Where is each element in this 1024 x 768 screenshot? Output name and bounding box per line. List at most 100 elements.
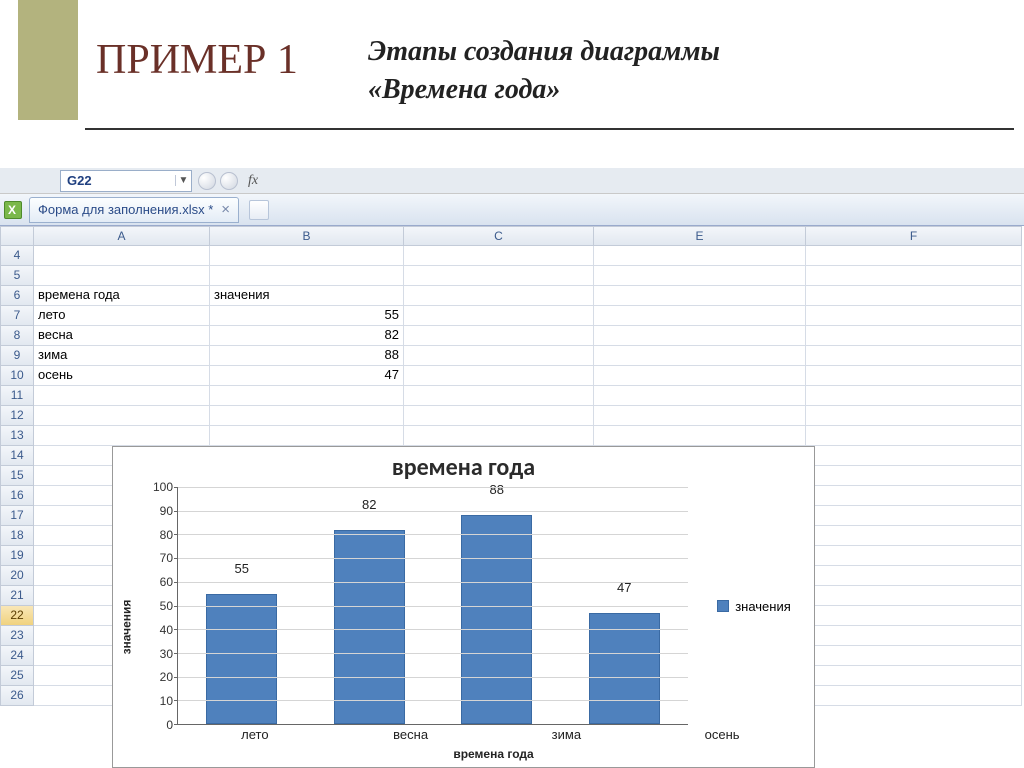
cell-F24[interactable] [806, 646, 1022, 666]
row-header-22[interactable]: 22 [0, 606, 34, 626]
row-header-26[interactable]: 26 [0, 686, 34, 706]
cell-F21[interactable] [806, 586, 1022, 606]
cell-A9[interactable]: зима [34, 346, 210, 366]
col-header-A[interactable]: A [34, 226, 210, 246]
fx-icon[interactable]: fx [248, 173, 258, 189]
chart[interactable]: времена года значения 010203040506070809… [112, 446, 815, 768]
cell-A12[interactable] [34, 406, 210, 426]
cell-F25[interactable] [806, 666, 1022, 686]
cell-B13[interactable] [210, 426, 404, 446]
row-header-9[interactable]: 9 [0, 346, 34, 366]
row-header-23[interactable]: 23 [0, 626, 34, 646]
cell-E9[interactable] [594, 346, 806, 366]
cell-A10[interactable]: осень [34, 366, 210, 386]
row-header-10[interactable]: 10 [0, 366, 34, 386]
cell-F4[interactable] [806, 246, 1022, 266]
cell-F17[interactable] [806, 506, 1022, 526]
row-header-11[interactable]: 11 [0, 386, 34, 406]
cell-C6[interactable] [404, 286, 594, 306]
cell-B5[interactable] [210, 266, 404, 286]
name-box-dropdown-icon[interactable]: ▼ [175, 175, 191, 186]
cell-E11[interactable] [594, 386, 806, 406]
cell-A6[interactable]: времена года [34, 286, 210, 306]
select-all-corner[interactable] [0, 226, 34, 246]
cell-F6[interactable] [806, 286, 1022, 306]
enter-formula-icon[interactable] [220, 172, 238, 190]
cell-E7[interactable] [594, 306, 806, 326]
row-header-7[interactable]: 7 [0, 306, 34, 326]
name-box[interactable]: G22 ▼ [60, 170, 192, 192]
cell-F7[interactable] [806, 306, 1022, 326]
cell-F11[interactable] [806, 386, 1022, 406]
col-header-C[interactable]: C [404, 226, 594, 246]
cell-A7[interactable]: лето [34, 306, 210, 326]
cell-F14[interactable] [806, 446, 1022, 466]
cell-C4[interactable] [404, 246, 594, 266]
col-header-B[interactable]: B [210, 226, 404, 246]
new-tab-icon[interactable] [249, 200, 269, 220]
cell-C13[interactable] [404, 426, 594, 446]
row-header-24[interactable]: 24 [0, 646, 34, 666]
cell-E13[interactable] [594, 426, 806, 446]
workbook-tab[interactable]: Форма для заполнения.xlsx * × [29, 197, 239, 223]
row-header-15[interactable]: 15 [0, 466, 34, 486]
cell-A4[interactable] [34, 246, 210, 266]
cell-F20[interactable] [806, 566, 1022, 586]
cell-C9[interactable] [404, 346, 594, 366]
cell-C12[interactable] [404, 406, 594, 426]
cell-C5[interactable] [404, 266, 594, 286]
cell-B7[interactable]: 55 [210, 306, 404, 326]
row-header-19[interactable]: 19 [0, 546, 34, 566]
row-header-20[interactable]: 20 [0, 566, 34, 586]
cell-F13[interactable] [806, 426, 1022, 446]
cell-F16[interactable] [806, 486, 1022, 506]
cell-B10[interactable]: 47 [210, 366, 404, 386]
row-header-8[interactable]: 8 [0, 326, 34, 346]
row-header-13[interactable]: 13 [0, 426, 34, 446]
cell-C7[interactable] [404, 306, 594, 326]
row-header-6[interactable]: 6 [0, 286, 34, 306]
cell-B6[interactable]: значения [210, 286, 404, 306]
cell-B11[interactable] [210, 386, 404, 406]
row-header-18[interactable]: 18 [0, 526, 34, 546]
cell-E6[interactable] [594, 286, 806, 306]
row-header-17[interactable]: 17 [0, 506, 34, 526]
cell-A13[interactable] [34, 426, 210, 446]
row-header-21[interactable]: 21 [0, 586, 34, 606]
row-header-14[interactable]: 14 [0, 446, 34, 466]
cell-C8[interactable] [404, 326, 594, 346]
col-header-F[interactable]: F [806, 226, 1022, 246]
row-header-12[interactable]: 12 [0, 406, 34, 426]
col-header-E[interactable]: E [594, 226, 806, 246]
cell-A8[interactable]: весна [34, 326, 210, 346]
cell-F19[interactable] [806, 546, 1022, 566]
cell-E5[interactable] [594, 266, 806, 286]
cell-F23[interactable] [806, 626, 1022, 646]
cell-B4[interactable] [210, 246, 404, 266]
row-header-5[interactable]: 5 [0, 266, 34, 286]
cell-A11[interactable] [34, 386, 210, 406]
row-header-25[interactable]: 25 [0, 666, 34, 686]
cell-F9[interactable] [806, 346, 1022, 366]
cell-B8[interactable]: 82 [210, 326, 404, 346]
cell-F12[interactable] [806, 406, 1022, 426]
cell-F15[interactable] [806, 466, 1022, 486]
cancel-formula-icon[interactable] [198, 172, 216, 190]
cell-C10[interactable] [404, 366, 594, 386]
row-header-16[interactable]: 16 [0, 486, 34, 506]
cell-A5[interactable] [34, 266, 210, 286]
cell-B9[interactable]: 88 [210, 346, 404, 366]
cell-C11[interactable] [404, 386, 594, 406]
row-header-4[interactable]: 4 [0, 246, 34, 266]
cell-E10[interactable] [594, 366, 806, 386]
cell-B12[interactable] [210, 406, 404, 426]
cell-E8[interactable] [594, 326, 806, 346]
cell-E4[interactable] [594, 246, 806, 266]
cell-F18[interactable] [806, 526, 1022, 546]
cell-F5[interactable] [806, 266, 1022, 286]
cell-F22[interactable] [806, 606, 1022, 626]
cell-F8[interactable] [806, 326, 1022, 346]
close-icon[interactable]: × [221, 201, 230, 218]
cell-F26[interactable] [806, 686, 1022, 706]
cell-E12[interactable] [594, 406, 806, 426]
